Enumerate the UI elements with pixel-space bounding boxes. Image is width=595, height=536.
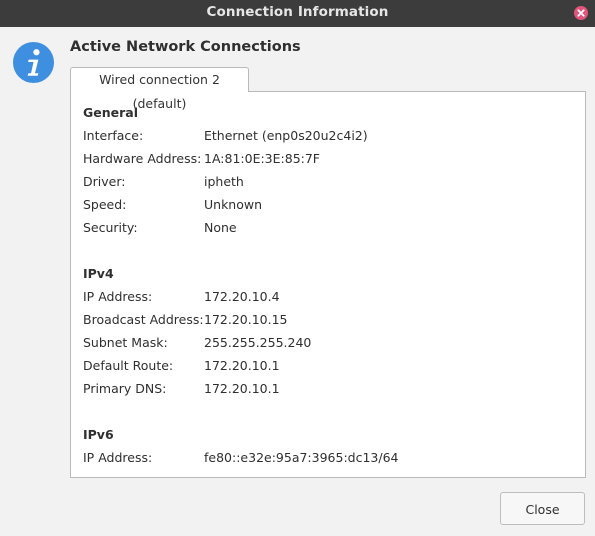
- row-label: Default Route:: [83, 358, 174, 373]
- row-value: Ethernet (enp0s20u2c4i2): [204, 128, 368, 143]
- row-value: 1A:81:0E:3E:85:7F: [204, 151, 320, 166]
- dialog-heading: Active Network Connections: [70, 39, 301, 55]
- info-icon: [12, 41, 55, 84]
- close-icon[interactable]: [573, 5, 589, 21]
- titlebar: Connection Information: [0, 0, 595, 27]
- connection-details-panel: General Interface: Ethernet (enp0s20u2c4…: [70, 91, 586, 478]
- row-value: Unknown: [204, 197, 263, 212]
- row-value: 172.20.10.15: [204, 312, 288, 327]
- window-title: Connection Information: [206, 4, 389, 20]
- row-label: Subnet Mask:: [83, 335, 168, 350]
- row-value: 172.20.10.1: [204, 358, 280, 373]
- section-title-ipv6: IPv6: [83, 427, 114, 442]
- row-label: Security:: [83, 220, 138, 235]
- row-label: Primary DNS:: [83, 381, 167, 396]
- row-label: Driver:: [83, 174, 126, 189]
- row-value: fe80::e32e:95a7:3965:dc13/64: [204, 450, 399, 465]
- row-value: 172.20.10.4: [204, 289, 280, 304]
- section-title-ipv4: IPv4: [83, 266, 114, 281]
- connection-info-dialog: Connection Information Active Network Co…: [0, 0, 595, 536]
- row-value: 172.20.10.1: [204, 381, 280, 396]
- close-button[interactable]: Close: [500, 492, 585, 525]
- row-label: IP Address:: [83, 450, 153, 465]
- row-label: Hardware Address:: [83, 151, 202, 166]
- row-value: None: [204, 220, 237, 235]
- tab-wired-connection-2[interactable]: Wired connection 2 (default): [70, 67, 249, 111]
- row-label: Interface:: [83, 128, 144, 143]
- row-label: Broadcast Address:: [83, 312, 204, 327]
- row-value: ipheth: [204, 174, 244, 189]
- section-title-general: General: [83, 105, 138, 120]
- row-label: IP Address:: [83, 289, 153, 304]
- row-label: Speed:: [83, 197, 127, 212]
- row-value: 255.255.255.240: [204, 335, 312, 350]
